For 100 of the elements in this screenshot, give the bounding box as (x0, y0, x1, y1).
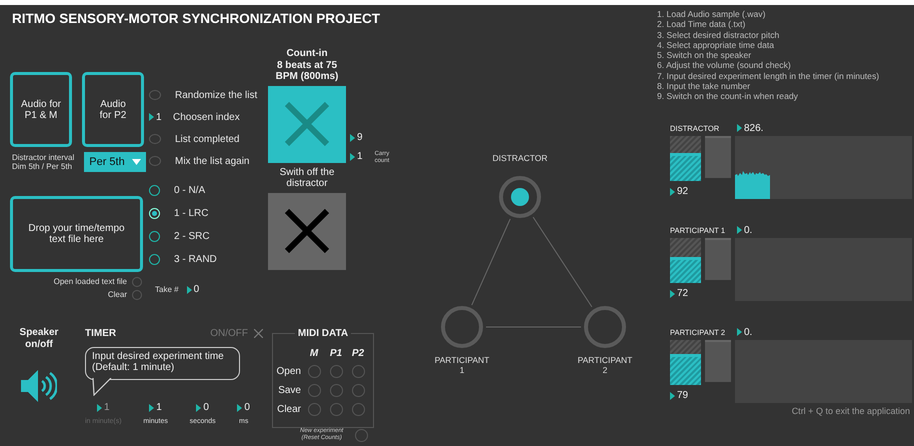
node-indicator[interactable] (499, 176, 541, 218)
midi-button[interactable] (352, 403, 364, 416)
level-meter[interactable] (670, 238, 701, 283)
toggle-button[interactable] (149, 134, 161, 144)
take-label: Take # (155, 284, 179, 294)
toggle-button[interactable] (149, 90, 161, 100)
list-option-label: Randomize the list (175, 90, 258, 100)
triangle-icon (737, 328, 742, 336)
midi-button[interactable] (308, 384, 320, 397)
list-option-label: List completed (175, 134, 240, 144)
column-header: P2 (352, 348, 364, 359)
level-meter[interactable] (670, 136, 701, 181)
carry-number-box[interactable]: 1 (350, 151, 363, 162)
speaker-icon[interactable] (21, 369, 57, 403)
audio-load-button[interactable]: Audio for P1 & M (10, 72, 72, 147)
radio-label: 3 - RAND (174, 254, 217, 265)
triangle-icon (350, 134, 355, 142)
file-drop-zone[interactable]: Drop your time/tempo text file here (10, 196, 143, 272)
instruction-step: 5. Switch on the speaker (657, 50, 880, 60)
meter-number-box[interactable]: 79 (670, 390, 701, 401)
instruction-step: 1. Load Audio sample (.wav) (657, 9, 880, 20)
list-option-label: Mix the list again (175, 156, 250, 166)
midi-button[interactable] (330, 384, 342, 397)
column-header: M (310, 348, 318, 359)
radio-label: 1 - LRC (174, 208, 208, 219)
cross-icon (284, 101, 330, 147)
waveform-drawing (735, 169, 770, 199)
triangle-icon (737, 124, 742, 132)
triangle-icon (670, 290, 675, 298)
radio-button[interactable] (149, 231, 160, 242)
time-number-box[interactable]: 0 (196, 402, 209, 413)
node-indicator[interactable] (584, 306, 626, 348)
midi-button[interactable] (330, 365, 342, 378)
radio-label: 0 - N/A (174, 185, 206, 196)
count-in-title: Count-in 8 beats at 75 BPM (800ms) (276, 48, 338, 82)
instruction-step: 4. Select appropriate time data (657, 40, 880, 50)
row-label: Open (276, 366, 301, 377)
interval-label: Distractor interval Dim 5th / Per 5th (12, 152, 74, 172)
reading-number-box[interactable]: 0. (737, 224, 752, 236)
midi-button[interactable] (308, 365, 320, 378)
node-indicator[interactable] (441, 306, 483, 348)
instruction-step: 8. Input the take number (657, 81, 880, 92)
take-number-box[interactable]: 0 (186, 284, 200, 295)
triangle-icon (149, 113, 154, 121)
close-icon (254, 329, 263, 338)
level-meter[interactable] (670, 340, 701, 385)
list-option-label: Choosen index (173, 112, 240, 122)
distractor-off-toggle[interactable] (268, 192, 346, 270)
midi-button[interactable] (352, 384, 364, 397)
caret-icon (132, 159, 142, 165)
row-label: Save (278, 385, 301, 396)
timer-title: TIMER (85, 328, 116, 339)
triangle-icon (670, 188, 675, 196)
action-label: Clear (108, 290, 127, 300)
meter-number-box[interactable]: 92 (670, 186, 701, 197)
count-in-toggle[interactable] (268, 86, 346, 162)
node-label: PARTICIPANT 2 (578, 355, 632, 375)
instruction-step: 9. Switch on the count-in when ready (657, 91, 880, 102)
triangle-icon (196, 404, 202, 412)
speaker-label: Speaker on/off (20, 327, 58, 350)
node-label: PARTICIPANT 1 (434, 355, 490, 375)
reset-button[interactable] (355, 428, 368, 442)
midi-button[interactable] (330, 403, 342, 416)
reading-number-box[interactable]: 826. (737, 122, 764, 134)
drop-zone-label: Drop your time/tempo text file here (28, 223, 125, 245)
triangle-icon (237, 404, 242, 412)
triangle-icon (97, 404, 102, 412)
time-number-box[interactable]: 1 (149, 402, 162, 413)
toggle-button[interactable] (149, 156, 161, 166)
action-label: Open loaded text file (54, 277, 127, 287)
time-number-box[interactable]: 0 (237, 402, 250, 413)
number-box[interactable]: 1 (149, 112, 159, 122)
row-label: Clear (277, 404, 301, 415)
exit-hint: Ctrl + Q to exit the application (792, 406, 910, 416)
cross-icon (284, 208, 330, 254)
triangle-icon (737, 226, 742, 234)
column-header: P1 (330, 348, 342, 359)
interval-dropdown[interactable]: Per 5th (84, 152, 146, 172)
triangle-icon (149, 404, 154, 412)
audio-load-button[interactable]: Audio for P2 (82, 72, 144, 147)
radio-label: 2 - SRC (174, 231, 210, 242)
reading-number-box[interactable]: 0. (737, 326, 752, 338)
triangle-icon (670, 392, 675, 400)
triangle-icon (350, 152, 355, 160)
hint-text: Input desired experiment time (Default: 1 minute) (92, 351, 225, 373)
instruction-step: 3. Select desired distractor pitch (657, 30, 880, 40)
instruction-step: 2. Load Time data (.txt) (657, 19, 880, 30)
midi-button[interactable] (352, 365, 364, 378)
radio-button[interactable] (149, 254, 160, 265)
beats-number-box[interactable]: 9 (350, 132, 390, 143)
instruction-step: 7. Input desired experiment length in the timer (in minutes) (657, 70, 880, 82)
instruction-step: 6. Adjust the volume (sound check) (657, 60, 880, 71)
radio-button[interactable] (149, 185, 160, 196)
node-label: DISTRACTOR (492, 153, 548, 163)
app-title: RITMO SENSORY-MOTOR SYNCHRONIZATION PROJECT (12, 11, 380, 26)
midi-title: MIDI DATA (294, 328, 352, 339)
midi-button[interactable] (308, 403, 320, 416)
switch-off-title: Swith off the distractor (280, 166, 334, 190)
meter-number-box[interactable]: 72 (670, 288, 701, 299)
triangle-icon (186, 286, 192, 294)
